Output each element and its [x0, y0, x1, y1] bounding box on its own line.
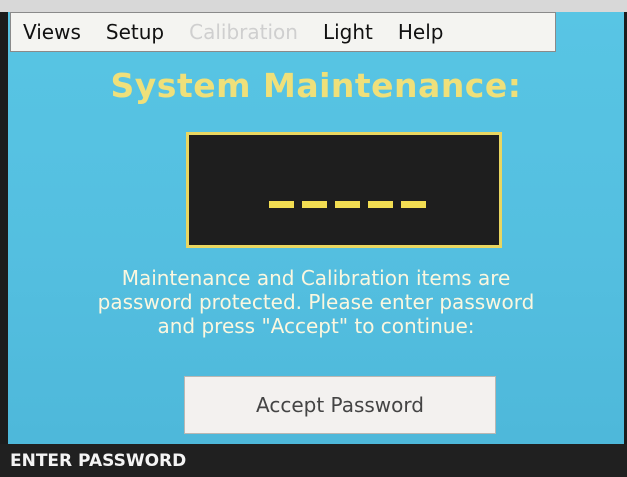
password-mask-dash	[335, 201, 360, 208]
password-mask-dash	[401, 201, 426, 208]
password-mask-dash	[269, 201, 294, 208]
menu-help[interactable]: Help	[398, 20, 444, 44]
device-screen: Views Setup Calibration Light Help Syste…	[0, 0, 627, 477]
password-mask-dash	[302, 201, 327, 208]
status-text: ENTER PASSWORD	[10, 450, 187, 471]
instruction-line-3: and press "Accept" to continue:	[157, 314, 475, 338]
menu-light[interactable]: Light	[323, 20, 373, 44]
password-mask	[269, 201, 434, 208]
instruction-line-2: password protected. Please enter passwor…	[97, 290, 535, 314]
screen-bezel	[0, 0, 627, 12]
menu-calibration: Calibration	[189, 20, 298, 44]
accept-password-button[interactable]: Accept Password	[184, 376, 496, 434]
password-field[interactable]	[186, 132, 502, 248]
password-mask-dash	[368, 201, 393, 208]
page-title: System Maintenance:	[110, 66, 522, 105]
instruction-line-1: Maintenance and Calibration items are	[121, 266, 511, 290]
menu-views[interactable]: Views	[23, 20, 81, 44]
menu-bar: Views Setup Calibration Light Help	[10, 12, 556, 52]
instruction-message: Maintenance and Calibration items are pa…	[8, 266, 624, 338]
menu-setup[interactable]: Setup	[106, 20, 164, 44]
status-bar: ENTER PASSWORD	[0, 444, 627, 477]
